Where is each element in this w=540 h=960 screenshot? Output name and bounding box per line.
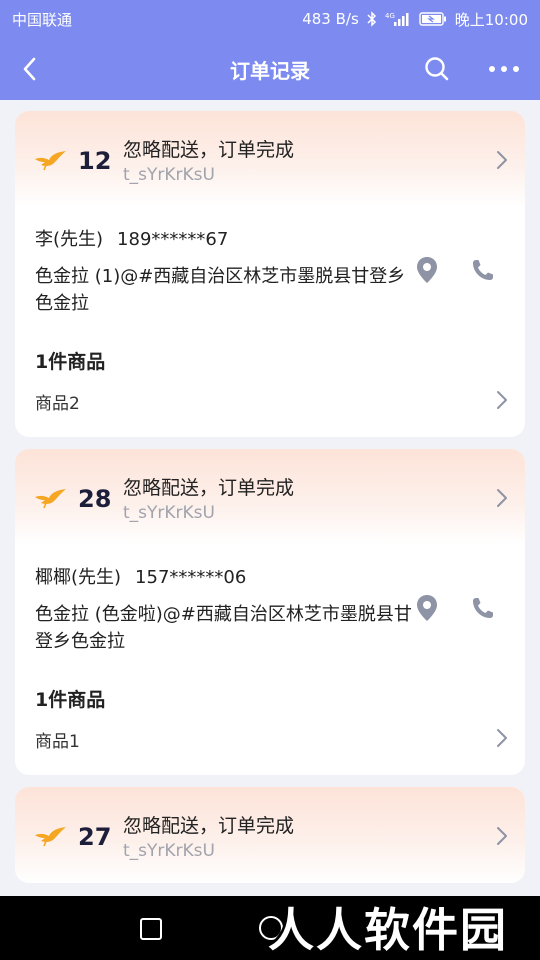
- order-status: 忽略配送，订单完成: [123, 139, 295, 161]
- customer-info: 李(先生) 189******67: [35, 225, 228, 251]
- customer-name: 椰椰(先生): [35, 567, 122, 588]
- order-card-header[interactable]: 27 忽略配送，订单完成 t_sYrKrKsU: [15, 787, 525, 883]
- order-number: 28: [78, 485, 112, 513]
- order-card-body: 椰椰(先生) 157******06 色金拉 (色金啦)@#西藏自治区林芝市墨脱县…: [15, 545, 525, 775]
- customer-phone: 189******67: [117, 229, 229, 250]
- chevron-right-icon: [497, 729, 507, 747]
- location-button[interactable]: [415, 593, 439, 623]
- chevron-right-icon: [497, 151, 507, 169]
- item-name[interactable]: 商品1: [35, 727, 80, 752]
- order-card-header[interactable]: 12 忽略配送，订单完成 t_sYrKrKsU: [15, 111, 525, 207]
- order-detail-chevron[interactable]: [493, 825, 511, 847]
- order-code: t_sYrKrKsU: [123, 503, 215, 523]
- clock: 晚上10:00: [454, 10, 528, 29]
- order-card[interactable]: 28 忽略配送，订单完成 t_sYrKrKsU 椰椰(先生) 157******0…: [15, 449, 525, 775]
- phone-icon: [473, 260, 493, 280]
- customer-phone: 157******06: [135, 567, 247, 588]
- app-header: 订单记录: [0, 38, 540, 100]
- delivery-address: 色金拉 (1)@#西藏自治区林芝市墨脱县甘登乡色金拉: [35, 266, 406, 314]
- more-button[interactable]: [484, 53, 524, 85]
- chevron-right-icon: [497, 391, 507, 409]
- order-status: 忽略配送，订单完成: [123, 815, 295, 837]
- watermark-text: 人人软件园: [268, 903, 508, 957]
- chevron-left-icon: [23, 57, 36, 81]
- chevron-right-icon: [497, 489, 507, 507]
- location-button[interactable]: [415, 255, 439, 285]
- page-title: 订单记录: [230, 58, 310, 83]
- item-count: 1件商品: [35, 351, 106, 373]
- order-card-header[interactable]: 28 忽略配送，订单完成 t_sYrKrKsU: [15, 449, 525, 545]
- carrier-label: 中国联通: [12, 10, 73, 29]
- order-code: t_sYrKrKsU: [123, 165, 215, 185]
- call-button[interactable]: [469, 593, 497, 623]
- item-detail-chevron[interactable]: [493, 389, 511, 411]
- bluetooth-icon: [367, 11, 377, 27]
- more-dots-icon: [489, 66, 519, 72]
- order-card-body: 李(先生) 189******67 色金拉 (1)@#西藏自治区林芝市墨脱县甘登乡…: [15, 207, 525, 437]
- search-icon: [425, 57, 449, 81]
- bird-icon: [35, 827, 66, 847]
- customer-info: 椰椰(先生) 157******06: [35, 563, 246, 589]
- network-type: 4G: [385, 12, 395, 20]
- location-pin-icon: [417, 257, 437, 283]
- order-status: 忽略配送，订单完成: [123, 477, 295, 499]
- order-detail-chevron[interactable]: [493, 487, 511, 509]
- delivery-address: 色金拉 (色金啦)@#西藏自治区林芝市墨脱县甘登乡色金拉: [35, 604, 412, 652]
- chevron-right-icon: [497, 827, 507, 845]
- network-speed: 483 B/s: [302, 10, 359, 28]
- search-button[interactable]: [420, 53, 454, 85]
- bird-icon: [35, 489, 66, 509]
- battery-icon: [419, 12, 447, 26]
- order-card[interactable]: 27 忽略配送，订单完成 t_sYrKrKsU: [15, 787, 525, 883]
- order-number: 27: [78, 823, 112, 851]
- back-button[interactable]: [14, 53, 46, 85]
- order-card[interactable]: 12 忽略配送，订单完成 t_sYrKrKsU 李(先生) 189******67…: [15, 111, 525, 437]
- call-button[interactable]: [469, 255, 497, 285]
- bird-icon: [35, 151, 66, 171]
- item-name[interactable]: 商品2: [35, 389, 80, 414]
- item-count: 1件商品: [35, 689, 106, 711]
- customer-name: 李(先生): [35, 229, 104, 250]
- status-bar: 中国联通 483 B/s 4G 晚上10:00: [0, 0, 540, 38]
- signal-icon: 4G: [385, 11, 411, 27]
- order-list[interactable]: 12 忽略配送，订单完成 t_sYrKrKsU 李(先生) 189******67…: [15, 111, 525, 896]
- order-code: t_sYrKrKsU: [123, 841, 215, 861]
- item-detail-chevron[interactable]: [493, 727, 511, 749]
- order-number: 12: [78, 147, 112, 175]
- location-pin-icon: [417, 595, 437, 621]
- order-detail-chevron[interactable]: [493, 149, 511, 171]
- phone-icon: [473, 598, 493, 618]
- recent-apps-icon[interactable]: [138, 916, 164, 942]
